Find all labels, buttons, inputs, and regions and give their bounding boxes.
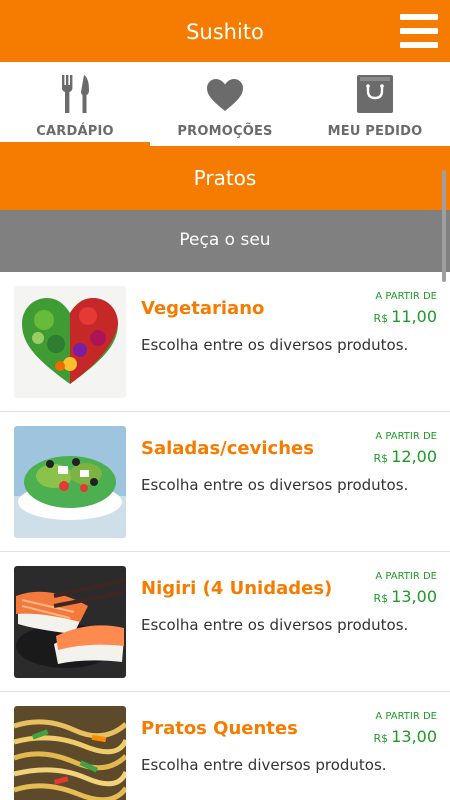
item-price: R$ 12,00: [374, 447, 437, 466]
salad-image: [14, 426, 126, 538]
list-item[interactable]: Pratos Quentes Escolha entre diversos pr…: [0, 692, 450, 800]
section-header: Pratos: [0, 146, 450, 210]
item-price: R$ 13,00: [374, 727, 437, 746]
tab-label-cardapio: CARDÁPIO: [36, 124, 114, 139]
tab-bar: CARDÁPIO PROMOÇÕES MEU PEDIDO: [0, 62, 450, 146]
app-header: Sushito: [0, 0, 450, 62]
item-price: R$ 13,00: [374, 587, 437, 606]
item-description: Escolha entre os diversos produtos.: [141, 616, 409, 634]
scrollbar[interactable]: [442, 170, 446, 282]
price-value: 12,00: [391, 447, 437, 466]
app-title: Sushito: [186, 20, 264, 44]
tab-meu-pedido[interactable]: MEU PEDIDO: [300, 62, 450, 146]
price-label: A PARTIR DE: [375, 571, 437, 582]
tab-label-promocoes: PROMOÇÕES: [177, 124, 273, 139]
nigiri-image: [14, 566, 126, 678]
tab-cardapio[interactable]: CARDÁPIO: [0, 62, 150, 146]
item-name: Pratos Quentes: [141, 718, 298, 739]
list-item[interactable]: Saladas/ceviches Escolha entre os divers…: [0, 412, 450, 552]
price-label: A PARTIR DE: [375, 291, 437, 302]
currency: R$: [373, 312, 389, 325]
product-list: Vegetariano Escolha entre os diversos pr…: [0, 272, 450, 800]
price-label: A PARTIR DE: [375, 431, 437, 442]
price-value: 13,00: [391, 727, 437, 746]
tab-label-meu-pedido: MEU PEDIDO: [327, 124, 423, 139]
currency: R$: [373, 452, 389, 465]
item-name: Nigiri (4 Unidades): [141, 578, 333, 599]
tab-promocoes[interactable]: PROMOÇÕES: [150, 62, 300, 146]
item-description: Escolha entre os diversos produtos.: [141, 476, 409, 494]
noodles-image: [14, 706, 126, 800]
hamburger-menu-icon[interactable]: [400, 14, 438, 48]
fork-knife-icon: [62, 75, 89, 113]
item-description: Escolha entre diversos produtos.: [141, 756, 387, 774]
price-value: 13,00: [391, 587, 437, 606]
item-name: Vegetariano: [141, 298, 265, 319]
vegetable-heart-image: [14, 286, 126, 398]
section-title: Pratos: [193, 166, 257, 190]
price-label: A PARTIR DE: [375, 711, 437, 722]
heart-icon: [207, 79, 243, 111]
shopping-bag-icon: [357, 75, 393, 113]
currency: R$: [373, 732, 389, 745]
list-item[interactable]: Vegetariano Escolha entre os diversos pr…: [0, 272, 450, 412]
item-price: R$ 11,00: [374, 307, 437, 326]
subheader: Peça o seu: [0, 210, 450, 272]
subheader-text: Peça o seu: [179, 230, 271, 250]
price-value: 11,00: [391, 307, 437, 326]
list-item[interactable]: Nigiri (4 Unidades) Escolha entre os div…: [0, 552, 450, 692]
item-name: Saladas/ceviches: [141, 438, 314, 459]
currency: R$: [373, 592, 389, 605]
item-description: Escolha entre os diversos produtos.: [141, 336, 409, 354]
